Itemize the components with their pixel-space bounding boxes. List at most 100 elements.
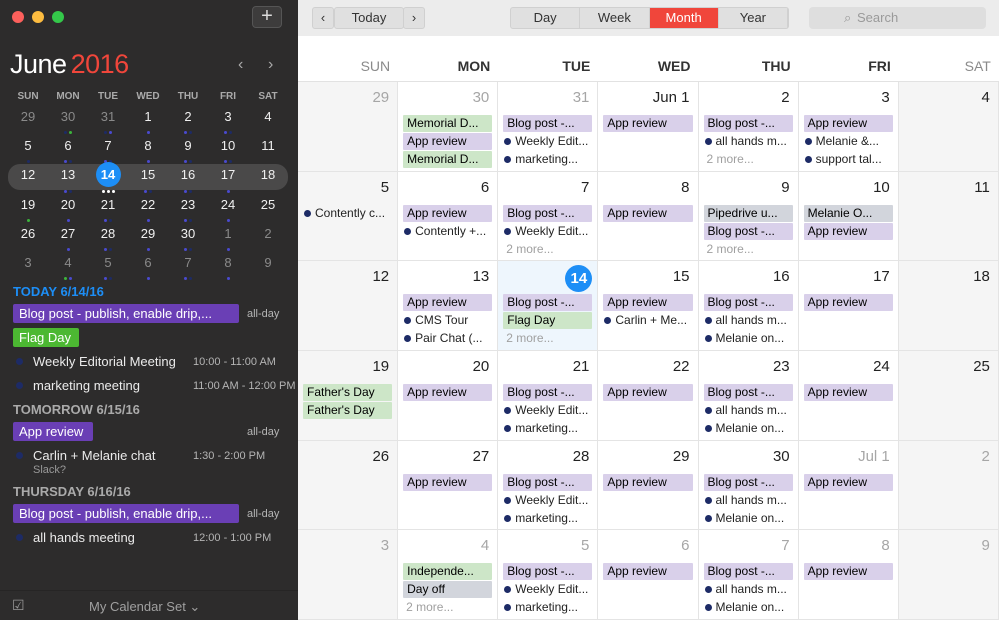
day-cell[interactable]: 23 Blog post -... all hands m... Melanie on…: [698, 351, 799, 440]
event-pill[interactable]: Flag Day: [13, 328, 79, 347]
timed-event[interactable]: all hands m...: [704, 581, 793, 598]
day-cell[interactable]: 3: [298, 530, 399, 620]
mini-day[interactable]: 8: [208, 252, 248, 281]
mini-day[interactable]: 29: [8, 106, 48, 131]
day-cell[interactable]: 21 Blog post -... Weekly Edit... marketing.…: [498, 351, 599, 440]
event-bar[interactable]: Blog post -...: [503, 204, 593, 222]
day-cell[interactable]: 2 Blog post -... all hands m... 2 more...: [698, 82, 799, 171]
day-cell[interactable]: 28 Blog post -... Weekly Edit... marketing.…: [498, 440, 599, 530]
day-cell[interactable]: 10 Melanie O... App review: [798, 171, 899, 261]
timed-event[interactable]: Weekly Edit...: [503, 581, 592, 598]
mini-day[interactable]: 26: [8, 223, 48, 248]
close-window-button[interactable]: [12, 11, 24, 23]
timed-event[interactable]: all hands m...: [704, 402, 793, 419]
day-cell[interactable]: 5 Blog post -... Weekly Edit... marketing..…: [498, 530, 599, 620]
timed-event[interactable]: all hands m...: [704, 312, 793, 329]
mini-day[interactable]: 3: [8, 252, 48, 277]
event-bar[interactable]: Memorial D...: [403, 151, 493, 168]
day-cell[interactable]: 31 Blog post -... Weekly Edit... marketing.…: [498, 82, 599, 171]
event-bar[interactable]: Blog post -...: [703, 222, 793, 240]
event-bar[interactable]: Blog post -...: [503, 563, 593, 581]
agenda-event[interactable]: all hands meeting 12:00 - 1:00 PM: [13, 526, 293, 550]
event-bar[interactable]: Pipedrive u...: [703, 204, 793, 222]
mini-day[interactable]: 7: [168, 252, 208, 281]
day-cell[interactable]: Jun 1 App review: [598, 82, 699, 171]
checkbox-icon[interactable]: ☑: [12, 597, 25, 614]
event-bar[interactable]: App review: [803, 384, 893, 402]
day-cell[interactable]: 24 App review: [798, 351, 899, 440]
timed-event[interactable]: Carlin + Me...: [603, 312, 692, 329]
day-cell[interactable]: 27 App review: [398, 440, 499, 530]
today-button[interactable]: Today: [334, 7, 404, 29]
day-cell[interactable]: 2: [898, 440, 999, 530]
mini-day[interactable]: 12: [8, 164, 48, 189]
event-bar[interactable]: Day off: [403, 581, 493, 599]
mini-day[interactable]: 6: [128, 252, 168, 281]
event-bar[interactable]: App review: [803, 294, 893, 312]
mini-day[interactable]: 4: [248, 106, 288, 131]
day-cell[interactable]: 6 App review: [598, 530, 699, 620]
mini-day[interactable]: 19: [8, 194, 48, 222]
timed-event[interactable]: CMS Tour: [403, 312, 492, 329]
calendar-set-selector[interactable]: My Calendar Set ⌄: [89, 599, 200, 615]
event-bar[interactable]: Independe...: [403, 563, 493, 581]
view-year-button[interactable]: Year: [719, 8, 788, 28]
mini-day[interactable]: 18: [248, 164, 288, 189]
event-bar[interactable]: Blog post -...: [703, 294, 793, 312]
timed-event[interactable]: marketing...: [503, 420, 592, 437]
timed-event[interactable]: Pair Chat (...: [403, 330, 492, 347]
event-bar[interactable]: Flag Day: [503, 312, 593, 330]
mini-day[interactable]: 3: [208, 106, 248, 135]
agenda-event[interactable]: App review all-day: [13, 420, 293, 444]
event-bar[interactable]: App review: [403, 204, 493, 222]
event-bar[interactable]: App review: [603, 384, 693, 402]
timed-event[interactable]: Melanie on...: [704, 330, 793, 347]
timed-event[interactable]: Weekly Edit...: [503, 492, 592, 509]
mini-day[interactable]: 1: [208, 223, 248, 251]
next-button[interactable]: ›: [403, 7, 425, 29]
mini-day[interactable]: 25: [248, 194, 288, 219]
event-pill[interactable]: App review: [13, 422, 93, 441]
timed-event[interactable]: all hands m...: [704, 492, 793, 509]
day-cell[interactable]: 7 Blog post -... Weekly Edit... 2 more...: [498, 171, 599, 261]
day-cell[interactable]: 9: [898, 530, 999, 620]
day-cell[interactable]: 14 Blog post -... Flag Day 2 more...: [498, 261, 599, 351]
mini-day[interactable]: 13: [48, 164, 88, 193]
mini-day[interactable]: 9: [248, 252, 288, 277]
minimize-window-button[interactable]: [32, 11, 44, 23]
day-cell[interactable]: 4: [898, 82, 999, 171]
timed-event[interactable]: marketing...: [503, 599, 592, 616]
event-bar[interactable]: App review: [403, 384, 493, 402]
mini-day[interactable]: 16: [168, 164, 208, 193]
mini-day[interactable]: 2: [248, 223, 288, 248]
mini-day[interactable]: 30: [48, 106, 88, 135]
timed-event[interactable]: Melanie on...: [704, 599, 793, 616]
event-bar[interactable]: App review: [603, 294, 693, 312]
mini-day[interactable]: 29: [128, 223, 168, 251]
mini-day[interactable]: 23: [168, 194, 208, 222]
day-cell[interactable]: 30 Memorial D... App review Memorial D...: [398, 82, 499, 171]
view-week-button[interactable]: Week: [580, 8, 650, 28]
agenda-event[interactable]: Blog post - publish, enable drip,... all-…: [13, 502, 293, 526]
search-input[interactable]: ⌕ Search: [809, 7, 986, 29]
day-cell[interactable]: 9 Pipedrive u... Blog post -... 2 more...: [698, 171, 799, 261]
event-bar[interactable]: Father's Day: [303, 384, 393, 402]
timed-event[interactable]: Contently c...: [303, 205, 392, 222]
event-bar[interactable]: Father's Day: [303, 402, 393, 420]
day-cell[interactable]: 11: [898, 171, 999, 261]
mini-day[interactable]: 31: [88, 106, 128, 135]
add-event-button[interactable]: +: [252, 6, 282, 28]
event-pill[interactable]: Blog post - publish, enable drip,...: [13, 504, 239, 523]
day-cell[interactable]: 5 Contently c...: [298, 171, 399, 261]
event-bar[interactable]: Blog post -...: [703, 384, 793, 402]
timed-event[interactable]: all hands m...: [704, 133, 793, 150]
day-cell[interactable]: 7 Blog post -... all hands m... Melanie on.…: [698, 530, 799, 620]
event-pill[interactable]: Blog post - publish, enable drip,...: [13, 304, 239, 323]
mini-day[interactable]: 8: [128, 135, 168, 164]
day-cell[interactable]: 15 App review Carlin + Me...: [598, 261, 699, 351]
more-events-link[interactable]: 2 more...: [704, 241, 793, 258]
mini-day[interactable]: 7: [88, 135, 128, 164]
day-cell[interactable]: 16 Blog post -... all hands m... Melanie on…: [698, 261, 799, 351]
mini-day[interactable]: 5: [8, 135, 48, 164]
day-cell[interactable]: Jul 1 App review: [798, 440, 899, 530]
